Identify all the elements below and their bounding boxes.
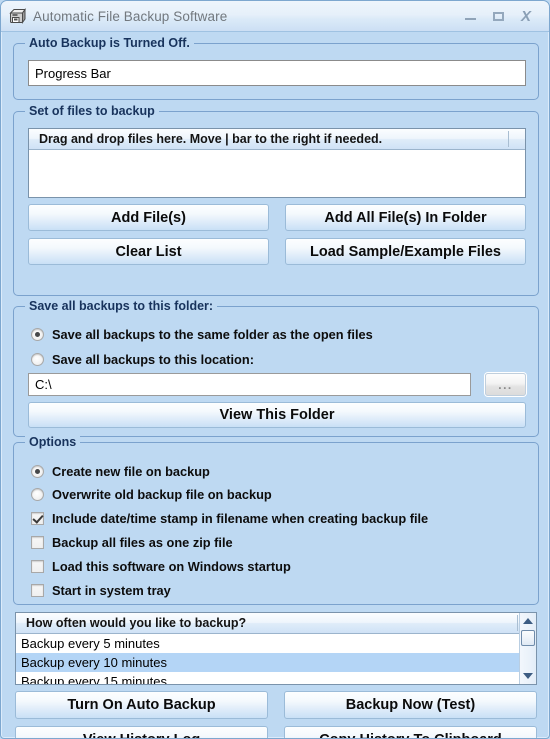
window-title: Automatic File Backup Software <box>33 8 228 24</box>
auto-backup-status-group: Auto Backup is Turned Off. Progress Bar <box>13 36 539 100</box>
schedule-list-header[interactable]: How often would you like to backup? <box>16 613 536 634</box>
option-zip-all-files-label: Backup all files as one zip file <box>52 535 233 550</box>
schedule-list-body[interactable]: Backup every 5 minutes Backup every 10 m… <box>16 634 519 685</box>
option-overwrite-old-backup-label: Overwrite old backup file on backup <box>52 487 272 502</box>
backup-path-value: C:\ <box>35 377 52 392</box>
backup-path-input[interactable]: C:\ <box>28 373 471 396</box>
file-list-header[interactable]: Drag and drop files here. Move | bar to … <box>29 129 525 150</box>
backup-device-icon <box>9 7 26 25</box>
option-zip-all-files-indicator[interactable] <box>31 536 44 549</box>
view-this-folder-button[interactable]: View This Folder <box>28 402 526 428</box>
file-list-header-label: Drag and drop files here. Move | bar to … <box>39 132 383 146</box>
title-bar[interactable]: Automatic File Backup Software X <box>1 1 549 32</box>
progress-bar-field: Progress Bar <box>28 60 526 86</box>
list-item[interactable]: Backup every 5 minutes <box>16 634 519 653</box>
schedule-option-label: Backup every 10 minutes <box>21 655 167 670</box>
view-this-folder-button-label: View This Folder <box>219 407 335 423</box>
scroll-up-arrow-icon[interactable] <box>520 613 536 629</box>
turn-on-auto-backup-button[interactable]: Turn On Auto Backup <box>15 691 268 719</box>
files-group: Set of files to backup Drag and drop fil… <box>13 104 539 296</box>
main-window: Automatic File Backup Software X Auto Ba… <box>0 0 550 739</box>
add-all-files-in-folder-button-label: Add All File(s) In Folder <box>324 209 487 226</box>
add-all-files-in-folder-button[interactable]: Add All File(s) In Folder <box>285 204 526 231</box>
column-divider[interactable] <box>508 131 509 147</box>
auto-backup-status-legend: Auto Backup is Turned Off. <box>25 36 194 50</box>
browse-folder-button-label: ... <box>498 377 513 392</box>
radio-save-this-location-indicator[interactable] <box>31 353 44 366</box>
option-load-on-startup-indicator[interactable] <box>31 560 44 573</box>
copy-history-to-clipboard-button[interactable]: Copy History To Clipboard <box>284 726 537 738</box>
add-files-button[interactable]: Add File(s) <box>28 204 269 231</box>
schedule-column-divider[interactable] <box>517 615 518 631</box>
radio-save-this-location[interactable]: Save all backups to this location: <box>31 352 254 367</box>
clear-list-button-label: Clear List <box>115 243 182 260</box>
option-load-on-startup[interactable]: Load this software on Windows startup <box>31 559 291 574</box>
backup-now-test-button[interactable]: Backup Now (Test) <box>284 691 537 719</box>
file-drop-listbox[interactable]: Drag and drop files here. Move | bar to … <box>28 128 526 198</box>
add-files-button-label: Add File(s) <box>111 209 186 226</box>
backup-now-test-button-label: Backup Now (Test) <box>345 697 476 713</box>
copy-history-to-clipboard-button-label: Copy History To Clipboard <box>319 732 502 738</box>
application-window-root: Automatic File Backup Software X Auto Ba… <box>0 0 550 739</box>
option-include-datetime-stamp-label: Include date/time stamp in filename when… <box>52 511 429 526</box>
option-start-in-system-tray-indicator[interactable] <box>31 584 44 597</box>
files-group-legend: Set of files to backup <box>25 104 159 118</box>
radio-save-same-folder-indicator[interactable] <box>31 328 44 341</box>
option-load-on-startup-label: Load this software on Windows startup <box>52 559 291 574</box>
options-group-legend: Options <box>25 435 81 449</box>
schedule-list-header-label: How often would you like to backup? <box>26 616 247 630</box>
option-zip-all-files[interactable]: Backup all files as one zip file <box>31 535 233 550</box>
maximize-icon[interactable] <box>485 5 511 27</box>
view-history-log-button-label: View History Log <box>83 732 200 738</box>
window-controls: X <box>457 5 539 27</box>
option-include-datetime-stamp-indicator[interactable] <box>31 512 44 525</box>
turn-on-auto-backup-button-label: Turn On Auto Backup <box>67 697 216 713</box>
browse-folder-button[interactable]: ... <box>485 373 526 396</box>
schedule-scrollbar[interactable] <box>519 613 536 684</box>
radio-save-same-folder-label: Save all backups to the same folder as t… <box>52 327 373 342</box>
radio-save-same-folder[interactable]: Save all backups to the same folder as t… <box>31 327 373 342</box>
option-create-new-file[interactable]: Create new file on backup <box>31 464 210 479</box>
scrollbar-thumb[interactable] <box>521 630 535 646</box>
option-start-in-system-tray-label: Start in system tray <box>52 583 171 598</box>
schedule-option-label: Backup every 15 minutes <box>21 674 167 685</box>
option-create-new-file-label: Create new file on backup <box>52 464 210 479</box>
option-overwrite-old-backup[interactable]: Overwrite old backup file on backup <box>31 487 272 502</box>
schedule-listbox[interactable]: How often would you like to backup? Back… <box>15 612 537 685</box>
option-include-datetime-stamp[interactable]: Include date/time stamp in filename when… <box>31 511 428 526</box>
option-create-new-file-indicator[interactable] <box>31 465 44 478</box>
save-location-group-legend: Save all backups to this folder: <box>25 299 218 313</box>
load-sample-files-button-label: Load Sample/Example Files <box>310 243 501 260</box>
schedule-option-label: Backup every 5 minutes <box>21 636 160 651</box>
scroll-down-arrow-icon[interactable] <box>520 668 536 684</box>
minimize-icon[interactable] <box>457 5 483 27</box>
radio-save-this-location-label: Save all backups to this location: <box>52 352 254 367</box>
clear-list-button[interactable]: Clear List <box>28 238 269 265</box>
list-item[interactable]: Backup every 15 minutes <box>16 672 519 685</box>
view-history-log-button[interactable]: View History Log <box>15 726 268 738</box>
option-start-in-system-tray[interactable]: Start in system tray <box>31 583 171 598</box>
options-group: Options Create new file on backup Overwr… <box>13 435 539 605</box>
close-icon[interactable]: X <box>513 5 539 27</box>
save-location-group: Save all backups to this folder: Save al… <box>13 299 539 437</box>
option-overwrite-old-backup-indicator[interactable] <box>31 488 44 501</box>
load-sample-files-button[interactable]: Load Sample/Example Files <box>285 238 526 265</box>
progress-bar-text: Progress Bar <box>35 65 111 81</box>
list-item[interactable]: Backup every 10 minutes <box>16 653 519 672</box>
